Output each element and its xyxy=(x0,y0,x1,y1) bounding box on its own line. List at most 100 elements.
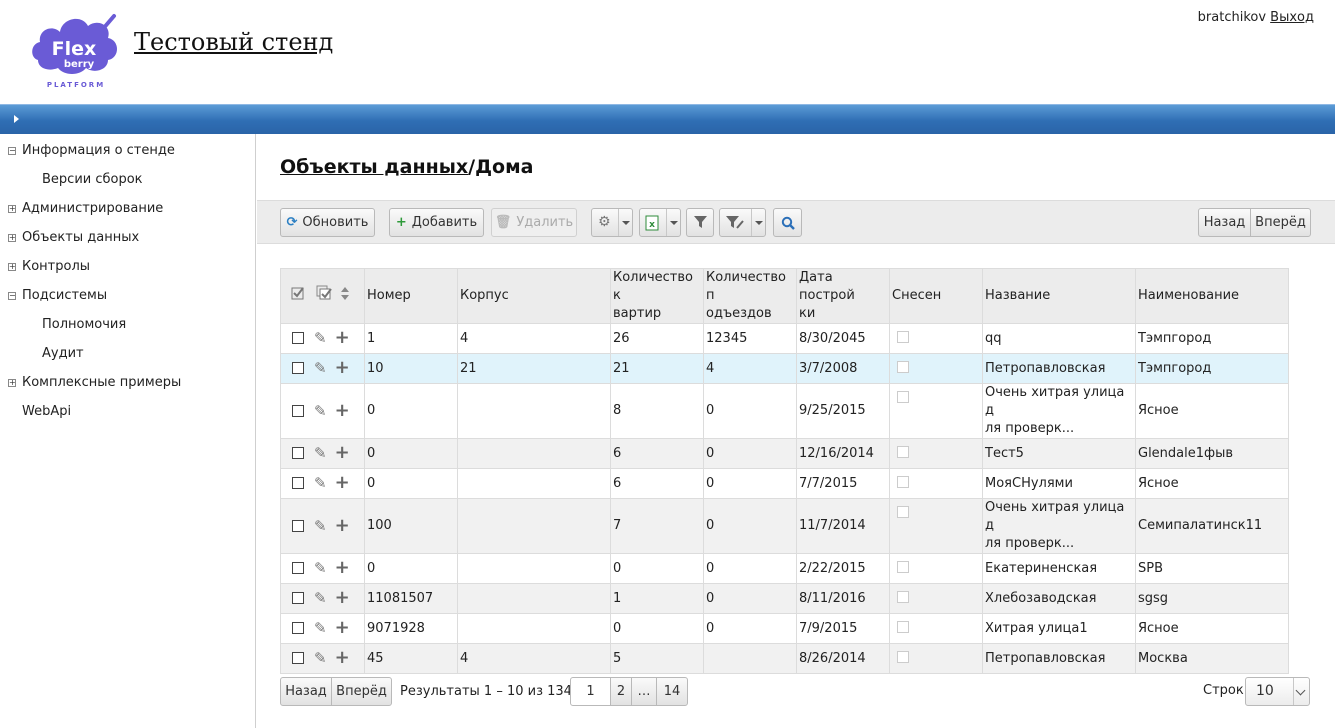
row-select-checkbox[interactable] xyxy=(292,652,304,665)
plus-icon[interactable]: + xyxy=(335,474,350,492)
cell-title: Ясное xyxy=(1135,468,1289,499)
add-button-label: Добавить xyxy=(411,215,478,230)
refresh-button[interactable]: ⟳ Обновить xyxy=(280,208,375,237)
pencil-icon[interactable]: ✎ xyxy=(314,619,327,637)
expand-icon[interactable]: + xyxy=(8,234,16,242)
row-select-checkbox[interactable] xyxy=(292,332,304,345)
row-select-checkbox[interactable] xyxy=(292,562,304,575)
pencil-icon[interactable]: ✎ xyxy=(314,517,327,535)
toolbar-back-button[interactable]: Назад xyxy=(1198,208,1251,237)
export-excel-dropdown-button[interactable]: x xyxy=(639,208,681,237)
row-select-checkbox[interactable] xyxy=(292,404,304,417)
pencil-icon[interactable]: ✎ xyxy=(314,444,327,462)
sidebar-toggle-icon[interactable] xyxy=(14,115,19,123)
table-row[interactable]: ✎ +10 21 21 4 3/7/2008 Петропавловская Тэмпгоро… xyxy=(280,353,1289,384)
row-select-checkbox[interactable] xyxy=(292,592,304,605)
plus-icon[interactable]: + xyxy=(335,559,350,577)
column-header-building[interactable]: Корпус xyxy=(457,268,611,324)
excel-icon: x xyxy=(645,215,659,231)
search-button[interactable] xyxy=(773,208,802,237)
table-row[interactable]: ✎ +100 7 0 11/7/2014 Очень хитрая улица д ля … xyxy=(280,498,1289,554)
row-controls: ✎ + xyxy=(280,438,365,469)
column-header-number[interactable]: Номер xyxy=(364,268,458,324)
cell-text: 21 xyxy=(460,360,477,376)
pencil-icon[interactable]: ✎ xyxy=(314,359,327,377)
table-row[interactable]: ✎ +1 4 26 12345 8/30/2045 qq Тэмпгород xyxy=(280,323,1289,354)
cell-number: 0 xyxy=(364,383,458,439)
toolbar-forward-button[interactable]: Вперёд xyxy=(1250,208,1311,237)
page-button-14[interactable]: 14 xyxy=(656,677,688,706)
table-row[interactable]: ✎ +0 0 0 2/22/2015 Екатериненская SPB xyxy=(280,553,1289,584)
table-row[interactable]: ✎ +0 8 0 9/25/2015 Очень хитрая улица д ля пр… xyxy=(280,383,1289,439)
table-row[interactable]: ✎ +45 4 5 8/26/2014 Петропавловская Москва xyxy=(280,643,1289,674)
column-header-entrances[interactable]: Количество п одъездов xyxy=(703,268,797,324)
pencil-icon[interactable]: ✎ xyxy=(314,559,327,577)
site-title[interactable]: Тестовый стенд xyxy=(134,28,333,56)
filter-options-dropdown-button[interactable] xyxy=(719,208,766,237)
cell-text: 7/7/2015 xyxy=(799,475,858,491)
plus-icon[interactable]: + xyxy=(335,649,350,667)
column-header-title[interactable]: Наименование xyxy=(1135,268,1289,324)
cell-text: 10 xyxy=(367,360,384,376)
delete-button[interactable]: 🗑 Удалить xyxy=(491,208,577,237)
cell-build-date: 11/7/2014 xyxy=(796,498,890,554)
cell-text: 4 xyxy=(460,330,469,346)
rows-per-page-select[interactable]: 10 xyxy=(1245,677,1310,706)
collapse-icon[interactable]: − xyxy=(8,147,16,155)
cell-text: 0 xyxy=(706,560,715,576)
breadcrumb-parent-link[interactable]: Объекты данных xyxy=(280,156,468,178)
column-header-apartments[interactable]: Количество к вартир xyxy=(610,268,704,324)
logout-link[interactable]: Выход xyxy=(1270,10,1314,25)
sidebar-item-label: WebApi xyxy=(22,404,72,419)
plus-icon[interactable]: + xyxy=(335,589,350,607)
plus-icon[interactable]: + xyxy=(335,444,350,462)
cell-text: Ясное xyxy=(1138,403,1179,418)
plus-icon[interactable]: + xyxy=(335,401,350,420)
cell-text: 8/26/2014 xyxy=(799,650,866,666)
expand-icon[interactable]: + xyxy=(8,263,16,271)
cell-text: Семипалатинск11 xyxy=(1138,518,1263,533)
table-row[interactable]: ✎ +0 6 0 7/7/2015 МояСНулями Ясное xyxy=(280,468,1289,499)
row-select-checkbox[interactable] xyxy=(292,447,304,460)
pager-forward-button[interactable]: Вперёд xyxy=(331,677,392,706)
column-header-build-date[interactable]: Дата построй ки xyxy=(796,268,890,324)
cell-building: 4 xyxy=(457,323,611,354)
cell-entrances: 0 xyxy=(703,468,797,499)
table-row[interactable]: ✎ +0 6 0 12/16/2014 Тест5 Glendale1фыв xyxy=(280,438,1289,469)
plus-icon[interactable]: + xyxy=(335,329,350,347)
column-header-demolished[interactable]: Снесен xyxy=(889,268,983,324)
row-select-checkbox[interactable] xyxy=(292,362,304,375)
pencil-icon[interactable]: ✎ xyxy=(314,474,327,492)
column-label: Количество к вартир xyxy=(613,270,693,321)
demolished-checkbox xyxy=(897,561,909,573)
pencil-icon[interactable]: ✎ xyxy=(314,329,327,347)
search-icon xyxy=(781,216,795,230)
collapse-icon[interactable]: − xyxy=(8,292,16,300)
page-button-2[interactable]: 2 xyxy=(610,677,632,706)
table-row[interactable]: ✎ +11081507 1 0 8/11/2016 Хлебозаводская sgsg xyxy=(280,583,1289,614)
cell-building xyxy=(457,553,611,584)
row-select-checkbox[interactable] xyxy=(292,477,304,490)
pager-back-button[interactable]: Назад xyxy=(280,677,332,706)
row-controls: ✎ + xyxy=(280,583,365,614)
rows-per-page-value: 10 xyxy=(1256,683,1274,699)
pencil-icon[interactable]: ✎ xyxy=(314,402,327,420)
cell-demolished xyxy=(889,353,983,384)
plus-icon[interactable]: + xyxy=(335,619,350,637)
plus-icon[interactable]: + xyxy=(335,516,350,535)
expand-icon[interactable]: + xyxy=(8,379,16,387)
table-row[interactable]: ✎ +9071928 0 0 7/9/2015 Хитрая улица1 Ясное xyxy=(280,613,1289,644)
add-button[interactable]: + Добавить xyxy=(389,208,484,237)
cell-number: 0 xyxy=(364,553,458,584)
page-button-1[interactable]: 1 xyxy=(570,677,611,706)
plus-icon[interactable]: + xyxy=(335,359,350,377)
row-select-checkbox[interactable] xyxy=(292,519,304,532)
expand-icon[interactable]: + xyxy=(8,205,16,213)
settings-dropdown-button[interactable]: ⚙ xyxy=(591,208,633,237)
pencil-icon[interactable]: ✎ xyxy=(314,589,327,607)
column-header-street-name[interactable]: Название xyxy=(982,268,1136,324)
filter-button[interactable] xyxy=(686,208,714,237)
flexberry-logo[interactable]: Flex berry PLATFORM xyxy=(28,8,124,90)
row-select-checkbox[interactable] xyxy=(292,622,304,635)
pencil-icon[interactable]: ✎ xyxy=(314,649,327,667)
